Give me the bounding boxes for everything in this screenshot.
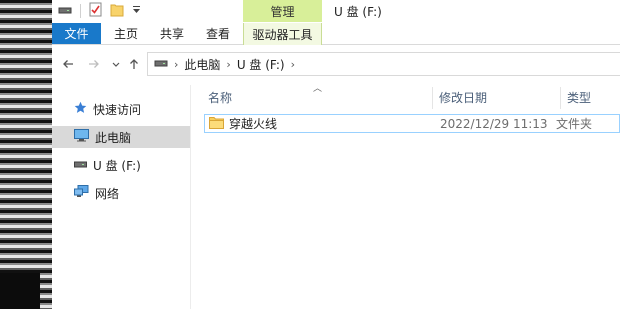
new-folder-icon[interactable]	[110, 2, 124, 20]
usb-drive-icon	[74, 158, 87, 172]
navigation-row: › 此电脑 › U 盘 (F:) ›	[52, 46, 620, 84]
desktop-background	[0, 0, 52, 309]
back-arrow-icon	[63, 60, 73, 68]
nav-item-label: 网络	[95, 186, 120, 201]
nav-item-quick-access[interactable]: 快速访问	[52, 98, 190, 120]
customize-toolbar-chevron-icon[interactable]	[132, 4, 141, 18]
file-type: 文件夹	[556, 117, 593, 131]
file-modified-date: 2022/12/29 11:13	[440, 116, 548, 131]
tab-drive-tools[interactable]: 驱动器工具	[243, 23, 322, 45]
navigation-pane: 快速访问 此电脑 U 盘 (F:) 网络	[52, 85, 191, 309]
computer-icon	[74, 129, 89, 145]
column-header-name[interactable]: 名称	[208, 85, 232, 109]
breadcrumb-this-pc[interactable]: 此电脑	[184, 56, 220, 73]
column-header-type[interactable]: 类型	[567, 85, 591, 109]
file-name-cell: 穿越火线	[209, 115, 277, 132]
breadcrumb-usb-drive[interactable]: U 盘 (F:)	[237, 56, 285, 73]
toolbar-divider	[80, 4, 81, 18]
nav-item-usb-drive[interactable]: U 盘 (F:)	[52, 154, 190, 176]
recent-locations-button[interactable]	[108, 55, 124, 73]
nav-item-network[interactable]: 网络	[52, 182, 190, 204]
context-tab-header-manage: 管理	[243, 0, 322, 22]
file-name: 穿越火线	[229, 117, 278, 131]
back-button[interactable]	[60, 55, 76, 73]
nav-item-label: U 盘 (F:)	[93, 158, 141, 173]
chevron-down-icon	[112, 62, 120, 67]
quick-access-toolbar	[58, 2, 141, 20]
address-bar[interactable]: › 此电脑 › U 盘 (F:) ›	[147, 52, 620, 76]
up-button[interactable]	[126, 55, 142, 73]
file-explorer-window: 管理 U 盘 (F:) 文件 主页 共享 查看 驱动器工具 › 此电脑 › U …	[52, 0, 620, 309]
tab-view[interactable]: 查看	[195, 23, 241, 44]
column-header-modified[interactable]: 修改日期	[439, 85, 487, 109]
breadcrumb-chevron-icon[interactable]: ›	[291, 58, 295, 71]
folder-icon	[209, 116, 224, 132]
nav-item-this-pc[interactable]: 此电脑	[52, 126, 190, 148]
column-divider[interactable]	[432, 87, 433, 109]
drive-icon[interactable]	[58, 4, 72, 18]
up-arrow-icon	[130, 59, 138, 69]
ribbon-tab-bar: 文件 主页 共享 查看 驱动器工具	[52, 23, 620, 45]
file-list-pane: ︿ 名称 修改日期 类型 穿越火线 2022/12/29 11:13 文件夹	[192, 84, 620, 309]
file-row[interactable]: 穿越火线 2022/12/29 11:13 文件夹	[204, 114, 620, 133]
network-icon	[74, 185, 89, 201]
column-divider[interactable]	[560, 87, 561, 109]
forward-arrow-icon	[89, 60, 99, 68]
breadcrumb-chevron-icon[interactable]: ›	[226, 58, 230, 71]
sort-ascending-icon: ︿	[313, 84, 323, 94]
title-bar: 管理 U 盘 (F:)	[52, 0, 620, 23]
nav-item-label: 此电脑	[95, 130, 132, 145]
properties-icon[interactable]	[89, 2, 102, 20]
star-icon	[74, 101, 87, 117]
tab-home[interactable]: 主页	[103, 23, 149, 44]
tab-file[interactable]: 文件	[52, 23, 101, 44]
drive-icon	[154, 57, 168, 71]
tab-share[interactable]: 共享	[149, 23, 195, 44]
forward-button[interactable]	[86, 55, 102, 73]
nav-item-label: 快速访问	[93, 102, 142, 117]
window-title: U 盘 (F:)	[334, 5, 382, 19]
breadcrumb-chevron-icon[interactable]: ›	[174, 58, 178, 71]
